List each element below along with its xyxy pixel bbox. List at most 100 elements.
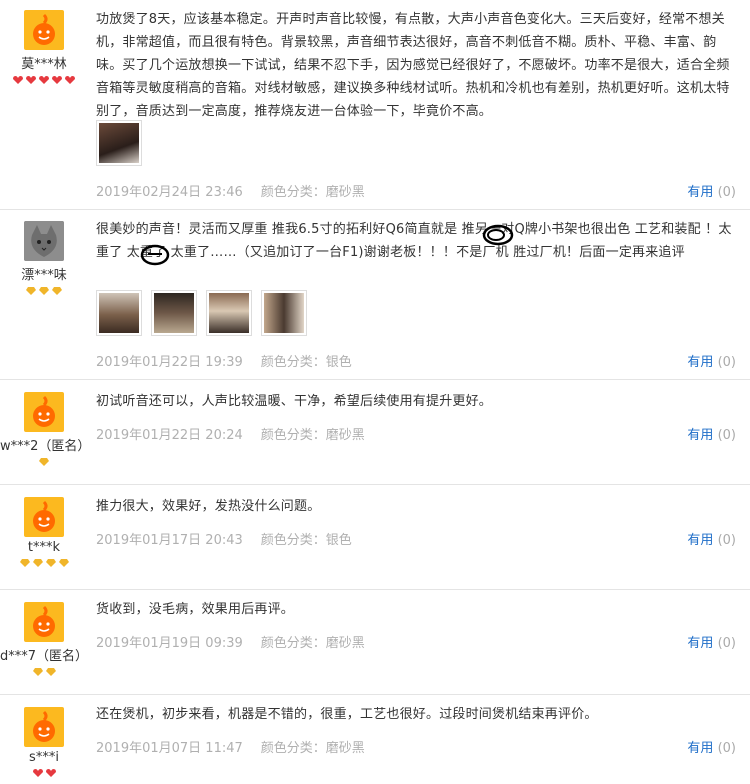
useful-count: (0): [717, 428, 736, 443]
reviewer-name: 漂***味: [21, 268, 67, 283]
gold-diamond-icon: [45, 559, 56, 567]
review-text: 推力很大，效果好，发热没什么问题。: [96, 499, 321, 514]
emoji-sticker-icon: [482, 224, 514, 246]
review-images: [96, 120, 142, 166]
review-date: 2019年01月22日 20:24: [96, 428, 243, 443]
reviewer-info: w***2（匿名）: [0, 392, 91, 469]
useful-label[interactable]: 有用: [687, 428, 713, 443]
reviewer-info: 莫***林: [0, 10, 88, 87]
review-item: 莫***林 功放煲了8天，应该基本稳定。开声时声音比较慢，有点散，大声小声音色变…: [0, 0, 750, 210]
useful-count: (0): [717, 636, 736, 651]
review-image-thumbnail[interactable]: [96, 120, 142, 166]
useful-button[interactable]: 有用 (0): [687, 529, 736, 548]
color-variant: 颜色分类：磨砂黑: [260, 185, 365, 200]
useful-label[interactable]: 有用: [687, 533, 713, 548]
useful-label[interactable]: 有用: [687, 636, 713, 651]
review-meta: 2019年02月24日 23:46 颜色分类：磨砂黑: [96, 181, 365, 200]
color-variant: 颜色分类：磨砂黑: [260, 428, 365, 443]
color-variant: 颜色分类：银色: [260, 533, 352, 548]
review-image-thumbnail[interactable]: [206, 290, 252, 336]
vip-badges: [0, 667, 88, 679]
red-heart-icon: [65, 76, 75, 84]
review-item: 漂***味 很美妙的声音！灵活而又厚重 推我6.5寸的拓利好Q6简直就是 推另一…: [0, 210, 750, 380]
avatar[interactable]: [24, 707, 64, 747]
avatar[interactable]: [24, 602, 64, 642]
cat-photo-icon: [24, 221, 64, 261]
gold-diamond-icon: [26, 287, 36, 295]
reviewer-name: w***2（匿名）: [0, 439, 91, 454]
review-text: 功放煲了8天，应该基本稳定。开声时声音比较慢，有点散，大声小声音色变化大。三天后…: [96, 12, 730, 119]
review-meta: 2019年01月19日 09:39 颜色分类：磨砂黑: [96, 632, 365, 651]
useful-label[interactable]: 有用: [687, 355, 713, 370]
review-image-thumbnail[interactable]: [151, 290, 197, 336]
review-item: w***2（匿名） 初试听音还可以，人声比较温暖、干净，希望后续使用有提升更好。…: [0, 380, 750, 485]
emoji-sticker-icon: [140, 244, 170, 266]
vip-badges: [0, 457, 88, 469]
review-date: 2019年01月22日 19:39: [96, 355, 243, 370]
useful-label[interactable]: 有用: [687, 741, 713, 756]
reviewer-name: 莫***林: [21, 57, 67, 72]
review-date: 2019年01月07日 11:47: [96, 741, 243, 756]
red-heart-icon: [13, 76, 23, 84]
avatar[interactable]: [24, 497, 64, 537]
color-variant: 颜色分类：磨砂黑: [260, 741, 365, 756]
red-heart-icon: [39, 76, 49, 84]
red-heart-icon: [26, 76, 36, 84]
review-text: 还在煲机，初步来看，机器是不错的，很重，工艺也很好。过段时间煲机结束再评价。: [96, 707, 598, 722]
review-image-thumbnail[interactable]: [96, 290, 142, 336]
useful-label[interactable]: 有用: [687, 185, 713, 200]
review-item: d***7（匿名） 货收到，没毛病，效果用后再评。 2019年01月19日 09…: [0, 590, 750, 695]
review-meta: 2019年01月22日 19:39 颜色分类：银色: [96, 351, 352, 370]
red-heart-icon: [32, 769, 43, 777]
avatar[interactable]: [24, 392, 64, 432]
review-text: 初试听音还可以，人声比较温暖、干净，希望后续使用有提升更好。: [96, 394, 493, 409]
useful-button[interactable]: 有用 (0): [687, 351, 736, 370]
reviewer-info: 漂***味: [0, 221, 88, 298]
review-date: 2019年02月24日 23:46: [96, 185, 243, 200]
review-date: 2019年01月17日 20:43: [96, 533, 243, 548]
review-meta: 2019年01月17日 20:43 颜色分类：银色: [96, 529, 352, 548]
gold-diamond-icon: [58, 559, 69, 567]
avatar[interactable]: [24, 221, 64, 261]
gold-diamond-icon: [45, 668, 56, 676]
review-item: t***k 推力很大，效果好，发热没什么问题。 2019年01月17日 20:4…: [0, 485, 750, 590]
orange-mascot-icon: [33, 710, 55, 742]
review-image-thumbnail[interactable]: [261, 290, 307, 336]
useful-count: (0): [717, 533, 736, 548]
reviewer-info: s***i: [0, 707, 88, 780]
vip-badges: [0, 75, 88, 87]
orange-mascot-icon: [33, 13, 55, 45]
orange-mascot-icon: [33, 500, 55, 532]
orange-mascot-icon: [33, 605, 55, 637]
review-item: s***i 还在煲机，初步来看，机器是不错的，很重，工艺也很好。过段时间煲机结束…: [0, 695, 750, 784]
reviewer-info: t***k: [0, 497, 88, 570]
useful-count: (0): [717, 741, 736, 756]
gold-diamond-icon: [52, 287, 62, 295]
color-variant: 颜色分类：银色: [260, 355, 352, 370]
color-variant: 颜色分类：磨砂黑: [260, 636, 365, 651]
red-heart-icon: [52, 76, 62, 84]
vip-badges: [0, 768, 88, 780]
useful-button[interactable]: 有用 (0): [687, 737, 736, 756]
useful-count: (0): [717, 185, 736, 200]
vip-badges: [0, 286, 88, 298]
gold-diamond-icon: [39, 287, 49, 295]
red-heart-icon: [45, 769, 56, 777]
reviewer-name: s***i: [29, 750, 59, 765]
useful-button[interactable]: 有用 (0): [687, 424, 736, 443]
vip-badges: [0, 558, 88, 570]
review-meta: 2019年01月07日 11:47 颜色分类：磨砂黑: [96, 737, 365, 756]
review-text: 很美妙的声音！灵活而又厚重 推我6.5寸的拓利好Q6简直就是 推另一对Q牌小书架…: [96, 222, 732, 260]
review-meta: 2019年01月22日 20:24 颜色分类：磨砂黑: [96, 424, 365, 443]
avatar[interactable]: [24, 10, 64, 50]
useful-count: (0): [717, 355, 736, 370]
useful-button[interactable]: 有用 (0): [687, 632, 736, 651]
orange-mascot-icon: [33, 395, 55, 427]
gold-diamond-icon: [32, 559, 43, 567]
review-images: [96, 290, 307, 336]
review-date: 2019年01月19日 09:39: [96, 636, 243, 651]
useful-button[interactable]: 有用 (0): [687, 181, 736, 200]
reviewer-name: d***7（匿名）: [0, 649, 89, 664]
reviewer-name: t***k: [27, 540, 61, 555]
gold-diamond-icon: [32, 668, 43, 676]
